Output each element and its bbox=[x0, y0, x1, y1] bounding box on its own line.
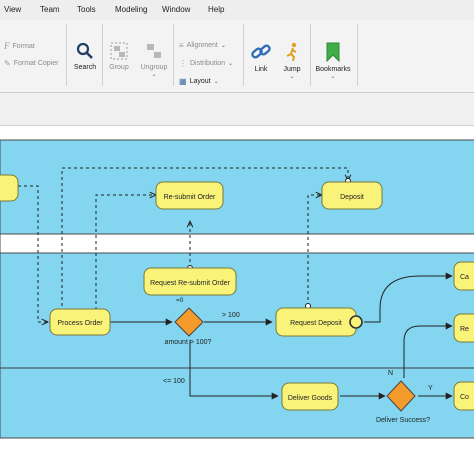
jump-button[interactable]: Jump ⌄ bbox=[280, 42, 304, 80]
task-partial-co-label: Co bbox=[460, 394, 469, 401]
ribbon-separator bbox=[102, 24, 103, 86]
task-partial-re-label: Re bbox=[460, 326, 469, 333]
label-gt100: > 100 bbox=[222, 312, 240, 319]
ribbon-separator bbox=[357, 24, 358, 86]
chevron-down-icon: ⌄ bbox=[220, 43, 226, 49]
format-label: Format bbox=[12, 42, 35, 50]
menu-window[interactable]: Window bbox=[162, 5, 190, 14]
group-label: Group bbox=[109, 64, 129, 71]
label-amount-gt-100: amount > 100? bbox=[165, 339, 212, 346]
distribution-button[interactable]: ⋮ Distribution ⌄ bbox=[179, 59, 233, 68]
ungroup-label: Ungroup bbox=[140, 64, 168, 71]
diagram-canvas[interactable]: Re-submit Order Deposit Request Re-submi… bbox=[0, 126, 474, 474]
menu-modeling[interactable]: Modeling bbox=[115, 5, 147, 14]
label-eq0: =0 bbox=[176, 297, 184, 304]
menu-team[interactable]: Team bbox=[40, 5, 60, 14]
task-partial-ca-label: Ca bbox=[460, 274, 469, 281]
bookmarks-button[interactable]: Bookmarks ⌄ bbox=[314, 42, 352, 80]
task-partial-left[interactable] bbox=[0, 174, 19, 202]
ribbon-separator bbox=[66, 24, 67, 86]
distribution-label: Distribution bbox=[190, 60, 226, 67]
menu-view[interactable]: View bbox=[4, 5, 21, 14]
link-icon bbox=[251, 44, 271, 59]
group-icon bbox=[110, 42, 128, 60]
label-y: Y bbox=[428, 385, 433, 392]
chevron-down-icon: ⌄ bbox=[228, 61, 234, 67]
layout-button[interactable]: ▦ Layout ⌄ bbox=[179, 77, 219, 86]
task-process-order-label: Process Order bbox=[57, 320, 103, 327]
ribbon-toolbar: F Format ✎ Format Copier Search Group Un… bbox=[0, 20, 474, 93]
chevron-down-icon: ⌄ bbox=[213, 79, 219, 85]
search-icon bbox=[76, 42, 93, 59]
group-button[interactable]: Group bbox=[106, 42, 132, 71]
alignment-icon: ≡ bbox=[179, 41, 184, 50]
task-deliver-goods-label: Deliver Goods bbox=[288, 395, 333, 402]
layout-label: Layout bbox=[189, 78, 211, 85]
label-deliver-success: Deliver Success? bbox=[376, 417, 430, 424]
search-label: Search bbox=[73, 64, 97, 71]
link-label: Link bbox=[254, 66, 268, 73]
menu-tools[interactable]: Tools bbox=[77, 5, 96, 14]
jump-icon bbox=[286, 42, 297, 62]
alignment-label: Alignment bbox=[186, 42, 218, 49]
chevron-down-icon: ⌄ bbox=[151, 72, 157, 78]
paintbrush-icon: ✎ bbox=[4, 59, 11, 68]
distribution-icon: ⋮ bbox=[179, 59, 187, 68]
label-n: N bbox=[388, 370, 393, 377]
ungroup-button[interactable]: Ungroup ⌄ bbox=[138, 42, 170, 78]
task-deposit-label: Deposit bbox=[340, 194, 364, 201]
alignment-button[interactable]: ≡ Alignment ⌄ bbox=[179, 41, 226, 50]
ribbon-separator bbox=[243, 24, 244, 86]
ribbon-separator bbox=[173, 24, 174, 86]
menu-bar: View Team Tools Modeling Window Help bbox=[0, 0, 474, 21]
jump-label: Jump bbox=[283, 66, 301, 73]
search-button[interactable]: Search bbox=[72, 42, 98, 71]
menu-help[interactable]: Help bbox=[208, 5, 224, 14]
boundary-event-timer[interactable] bbox=[349, 315, 363, 329]
task-resubmit-order-label: Re-submit Order bbox=[164, 194, 216, 201]
lane-separator bbox=[0, 233, 474, 254]
bookmark-icon bbox=[326, 42, 340, 62]
bpmn-diagram: Re-submit Order Deposit Request Re-submi… bbox=[0, 139, 474, 439]
format-button[interactable]: F Format bbox=[4, 41, 35, 51]
chevron-down-icon: ⌄ bbox=[330, 74, 336, 80]
layout-icon: ▦ bbox=[179, 77, 187, 86]
format-icon: F bbox=[4, 41, 10, 51]
secondary-toolbar bbox=[0, 93, 474, 126]
link-button[interactable]: Link bbox=[250, 42, 272, 73]
chevron-down-icon: ⌄ bbox=[289, 74, 295, 80]
task-request-resubmit-order-label: Request Re-submit Order bbox=[150, 280, 230, 287]
ribbon-separator bbox=[310, 24, 311, 86]
ungroup-icon bbox=[147, 44, 161, 58]
label-le100: <= 100 bbox=[163, 378, 185, 385]
task-request-deposit-label: Request Deposit bbox=[290, 320, 342, 327]
bookmarks-label: Bookmarks bbox=[315, 66, 351, 73]
format-copier-button[interactable]: ✎ Format Copier bbox=[4, 59, 58, 68]
format-copier-label: Format Copier bbox=[13, 60, 59, 67]
